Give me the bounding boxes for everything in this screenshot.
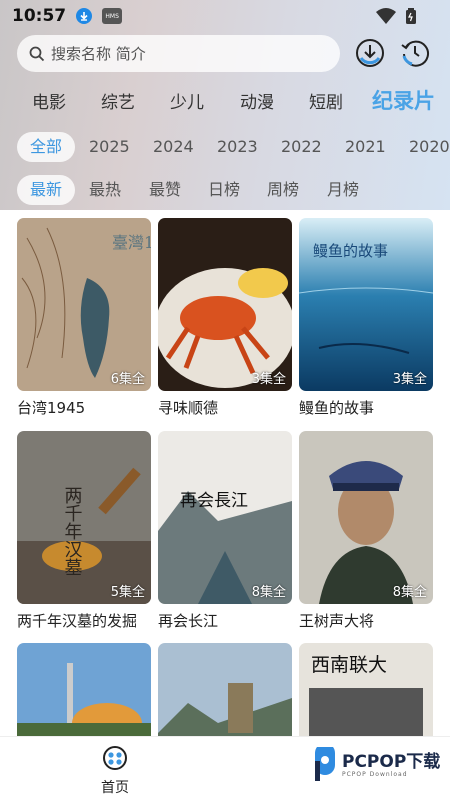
- episode-count: 8集全: [251, 585, 286, 600]
- year-2021[interactable]: 2021: [345, 132, 386, 162]
- list-item[interactable]: 3集全 寻味顺德: [158, 218, 292, 418]
- sort-daily[interactable]: 日榜: [208, 175, 240, 205]
- list-item[interactable]: [17, 643, 151, 736]
- year-all[interactable]: 全部: [17, 132, 76, 162]
- list-item[interactable]: 鳗鱼的故事 3集全 鳗鱼的故事: [299, 218, 433, 418]
- year-2022[interactable]: 2022: [281, 132, 322, 162]
- poster-image: 两千年汉墓 5集全: [17, 431, 151, 604]
- poster-image: 鳗鱼的故事 3集全: [299, 218, 433, 391]
- poster-image: 再会長江 8集全: [158, 431, 292, 604]
- wifi-icon: [376, 8, 396, 24]
- history-button[interactable]: [400, 38, 430, 68]
- documentary-grid: 臺灣1945 6集全 台湾1945 3集全 寻味顺德 鳗鱼的故事: [0, 210, 450, 736]
- poster-image: 3集全: [158, 218, 292, 391]
- tab-variety[interactable]: 综艺: [101, 88, 135, 113]
- tab-kids[interactable]: 少儿: [170, 88, 204, 113]
- poster-text: 西南联大: [311, 654, 387, 676]
- history-icon: [401, 40, 429, 67]
- bottom-tab-bar: 首页 PCPOP下载 PCPOP Download: [0, 736, 450, 796]
- watermark: PCPOP下载 PCPOP Download: [312, 747, 440, 783]
- sort-monthly[interactable]: 月榜: [327, 175, 359, 205]
- list-item[interactable]: [158, 643, 292, 736]
- home-icon: [103, 746, 127, 770]
- list-item[interactable]: 两千年汉墓 5集全 两千年汉墓的发掘: [17, 431, 151, 631]
- tab-home-label: 首页: [101, 780, 129, 796]
- tab-short-drama[interactable]: 短剧: [309, 88, 343, 113]
- tab-movie[interactable]: 电影: [32, 88, 66, 113]
- status-icons: [376, 8, 416, 24]
- list-item[interactable]: 臺灣1945 6集全 台湾1945: [17, 218, 151, 418]
- pcpop-logo-icon: [315, 747, 335, 781]
- sort-latest[interactable]: 最新: [17, 175, 76, 205]
- poster-text: 两千年汉墓: [62, 486, 83, 576]
- sort-hottest[interactable]: 最热: [89, 175, 121, 205]
- watermark-brand: PCPOP下载: [342, 751, 441, 772]
- tab-anime[interactable]: 动漫: [240, 88, 274, 113]
- list-item[interactable]: 西南联大: [299, 643, 433, 736]
- search-icon: [29, 46, 45, 61]
- download-notification-icon: [76, 8, 93, 24]
- episode-count: 8集全: [392, 585, 427, 600]
- sort-filter: 最新 最热 最赞 日榜 周榜 月榜: [0, 175, 450, 205]
- episode-count: 5集全: [110, 585, 145, 600]
- year-2023[interactable]: 2023: [217, 132, 258, 162]
- poster-text: 臺灣1945: [112, 233, 151, 252]
- search-input[interactable]: 搜索名称 简介: [17, 35, 340, 72]
- poster-text: 鳗鱼的故事: [313, 242, 388, 260]
- poster-image: 8集全: [299, 431, 433, 604]
- item-title: 鳗鱼的故事: [299, 399, 375, 417]
- list-item[interactable]: 再会長江 8集全 再会长江: [158, 431, 292, 631]
- episode-count: 3集全: [251, 372, 286, 387]
- search-placeholder: 搜索名称 简介: [51, 45, 146, 63]
- item-title: 两千年汉墓的发掘: [17, 612, 138, 630]
- item-title: 寻味顺德: [158, 399, 219, 417]
- poster-image: 西南联大: [299, 643, 433, 736]
- item-title: 台湾1945: [17, 399, 86, 417]
- sort-most-liked[interactable]: 最赞: [149, 175, 181, 205]
- poster-image: [158, 643, 292, 736]
- year-2020[interactable]: 2020: [409, 132, 450, 162]
- episode-count: 6集全: [110, 372, 145, 387]
- hms-notification-icon: HMS: [102, 8, 123, 24]
- item-title: 再会长江: [158, 612, 219, 630]
- poster-image: [17, 643, 151, 736]
- sort-weekly[interactable]: 周榜: [267, 175, 299, 205]
- category-tabs: 电影 综艺 少儿 动漫 短剧 纪录片: [0, 85, 450, 115]
- tab-home[interactable]: 首页: [95, 745, 135, 796]
- tab-documentary[interactable]: 纪录片: [372, 85, 435, 115]
- list-item[interactable]: 8集全 王树声大将: [299, 431, 433, 631]
- download-icon: [356, 39, 384, 67]
- status-time: 10:57: [12, 6, 67, 26]
- download-button[interactable]: [355, 38, 385, 68]
- battery-icon: [406, 8, 416, 24]
- year-2025[interactable]: 2025: [89, 132, 130, 162]
- poster-text: 再会長江: [180, 491, 248, 511]
- poster-image: 臺灣1945 6集全: [17, 218, 151, 391]
- item-title: 王树声大将: [299, 612, 375, 630]
- episode-count: 3集全: [392, 372, 427, 387]
- watermark-sub: PCPOP Download: [342, 770, 408, 778]
- year-2024[interactable]: 2024: [153, 132, 194, 162]
- year-filter: 全部 2025 2024 2023 2022 2021 2020: [0, 132, 450, 162]
